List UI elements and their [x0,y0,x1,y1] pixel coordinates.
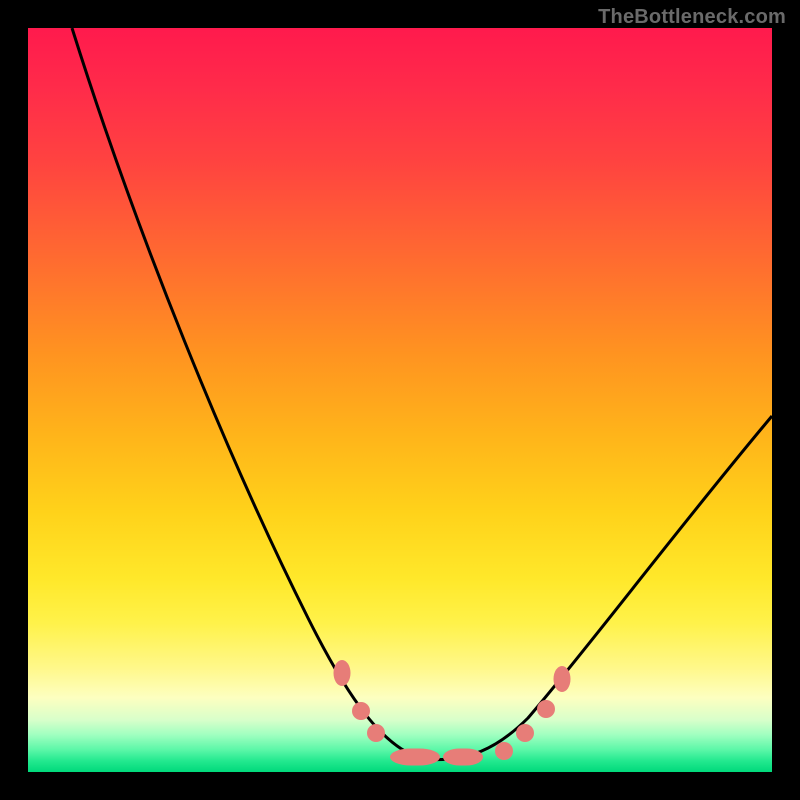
curve-marker [554,666,571,692]
curve-marker [495,742,513,760]
curve-marker [443,749,483,766]
chart-plot-area [28,28,772,772]
curve-marker [367,724,385,742]
curve-marker [516,724,534,742]
curve-path [72,28,772,760]
watermark-text: TheBottleneck.com [598,6,786,29]
bottleneck-curve [28,28,772,772]
curve-marker [390,749,440,766]
curve-marker [537,700,555,718]
curve-marker [352,702,370,720]
curve-marker [334,660,351,686]
